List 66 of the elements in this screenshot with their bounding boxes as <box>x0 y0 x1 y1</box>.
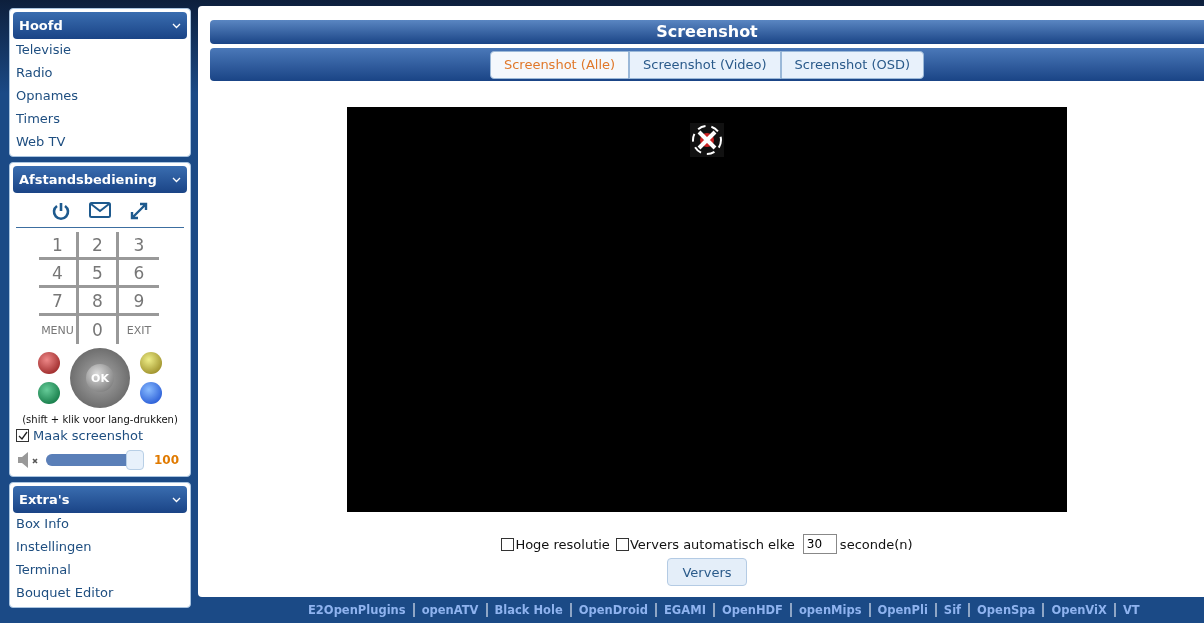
refresh-button[interactable]: Ververs <box>667 558 747 586</box>
menu-link[interactable]: Timers <box>13 108 187 131</box>
keypad-key[interactable]: 9 <box>119 288 159 316</box>
menu-link[interactable]: Instellingen <box>13 536 187 559</box>
volume-value: 100 <box>154 452 180 467</box>
menu-link[interactable]: Terminal <box>13 559 187 582</box>
unit-label: seconde(n) <box>839 536 913 552</box>
function-key[interactable] <box>140 382 162 404</box>
keypad-key[interactable]: 5 <box>79 260 119 288</box>
keypad-key[interactable]: 7 <box>39 288 79 316</box>
footer-link[interactable]: OpenViX <box>1051 603 1107 617</box>
footer-link[interactable]: OpenPli <box>877 603 928 617</box>
footer-link[interactable]: OpenDroid <box>578 603 648 617</box>
chevron-icon[interactable] <box>172 496 181 503</box>
footer-link[interactable]: Sif <box>943 603 962 617</box>
footer-link[interactable]: openATV <box>421 603 479 617</box>
menu-link[interactable]: Bouquet Editor <box>13 582 187 605</box>
keypad-key[interactable]: 3 <box>119 232 159 260</box>
keypad-key[interactable]: 0 <box>79 316 119 344</box>
footer-link[interactable]: E2OpenPlugins <box>308 603 406 617</box>
footer-link[interactable]: OpenHDF <box>721 603 783 617</box>
keypad-key[interactable]: 4 <box>39 260 79 288</box>
footer-link[interactable]: Black Hole <box>494 603 563 617</box>
menu-link[interactable]: Televisie <box>13 39 187 62</box>
tab[interactable]: Screenshot (Alle) <box>489 50 630 79</box>
hint-text: (shift + klik voor lang-drukken) <box>21 414 179 425</box>
expand-icon[interactable] <box>129 201 149 221</box>
keypad-key[interactable]: EXIT <box>119 316 159 344</box>
checkbox-label[interactable]: Hoge resolutie <box>515 536 610 552</box>
checkbox[interactable] <box>16 429 29 442</box>
panel-title: Hoofd <box>19 18 63 33</box>
checkbox[interactable] <box>501 537 515 551</box>
function-key[interactable] <box>38 352 60 374</box>
footer-link[interactable]: VT <box>1122 603 1140 617</box>
page-title: Screenshot <box>210 20 1204 44</box>
footer-link[interactable]: OpenSpa <box>977 603 1036 617</box>
keypad-key[interactable]: 2 <box>79 232 119 260</box>
keypad-key[interactable]: MENU <box>39 316 79 344</box>
chevron-icon[interactable] <box>172 176 181 183</box>
checkbox-label[interactable]: Ververs automatisch elke <box>630 536 795 552</box>
panel-title: Afstandsbediening <box>19 172 157 187</box>
panel-title: Extra's <box>19 492 70 507</box>
volume-slider[interactable] <box>46 449 144 470</box>
menu-link[interactable]: Opnames <box>13 85 187 108</box>
function-key[interactable] <box>140 352 162 374</box>
footer-link[interactable]: openMips <box>798 603 862 617</box>
tab[interactable]: Screenshot (OSD) <box>780 50 925 79</box>
function-key[interactable] <box>38 382 60 404</box>
menu-link[interactable]: Radio <box>13 62 187 85</box>
footer-link[interactable]: EGAMI <box>664 603 706 617</box>
keypad-key[interactable]: 8 <box>79 288 119 316</box>
checkbox-label[interactable]: Maak screenshot <box>33 428 144 443</box>
broken-image-icon <box>690 123 724 157</box>
checkbox[interactable] <box>616 537 629 551</box>
tab[interactable]: Screenshot (Video) <box>629 50 781 79</box>
panel-header[interactable]: Afstandsbediening <box>13 166 187 193</box>
interval-field[interactable]: 30 <box>802 534 837 554</box>
envelope-icon[interactable] <box>89 201 111 219</box>
panel-header[interactable]: Hoofd <box>13 12 187 39</box>
panel-header[interactable]: Extra's <box>13 486 187 513</box>
menu-link[interactable]: Web TV <box>13 131 187 154</box>
keypad-key[interactable]: 6 <box>119 260 159 288</box>
power-icon[interactable] <box>51 201 71 221</box>
keypad-key[interactable]: 1 <box>39 232 79 260</box>
menu-link[interactable]: Box Info <box>13 513 187 536</box>
chevron-icon[interactable] <box>172 22 181 29</box>
